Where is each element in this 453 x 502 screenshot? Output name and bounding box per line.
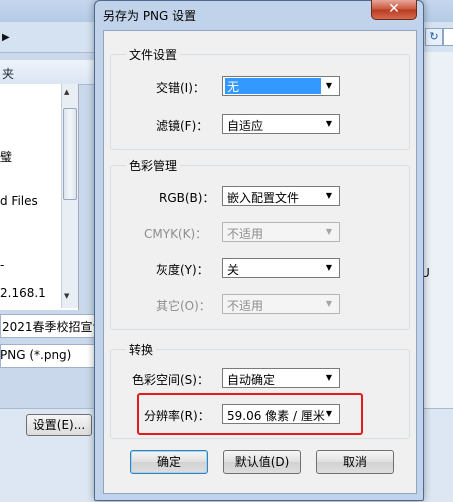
chevron-down-icon[interactable]: ▼	[322, 117, 336, 131]
resolution-select[interactable]: 59.06 像素 / 厘米 ▼	[222, 404, 340, 424]
new-folder-label[interactable]: 夹	[2, 65, 14, 82]
chevron-down-icon[interactable]: ▼	[322, 261, 336, 275]
chevron-down-icon[interactable]: ▼	[322, 371, 336, 385]
scrollbar-thumb[interactable]	[63, 108, 77, 200]
ok-button[interactable]: 确定	[130, 450, 208, 474]
chevron-down-icon: ▼	[325, 227, 333, 236]
file-settings-title: 文件设置	[126, 46, 181, 63]
nav-pane-item[interactable]: -	[0, 258, 4, 272]
grayscale-value: 关	[227, 263, 240, 277]
cancel-button[interactable]: 取消	[316, 450, 394, 474]
other-value: 不适用	[227, 299, 264, 313]
file-type-value: PNG (*.png)	[0, 348, 72, 362]
nav-arrow-icon[interactable]: ▶	[2, 32, 10, 43]
color-management-title: 色彩管理	[126, 157, 181, 174]
grayscale-label: 灰度(Y)：	[156, 263, 209, 277]
conversion-title: 转换	[126, 341, 157, 358]
other-label: 其它(O)：	[156, 299, 211, 313]
background-toolbar	[0, 60, 100, 85]
resolution-value: 59.06 像素 / 厘米	[227, 409, 325, 423]
resolution-label: 分辨率(R)：	[144, 409, 210, 423]
chevron-down-icon[interactable]: ▼	[322, 79, 336, 93]
filter-select[interactable]: 自适应 ▼	[222, 114, 340, 134]
search-input[interactable]	[443, 28, 453, 46]
color-space-label: 色彩空间(S)：	[132, 373, 209, 387]
rgb-value: 嵌入配置文件	[227, 191, 300, 205]
cmyk-value: 不适用	[227, 227, 264, 241]
grayscale-select[interactable]: 关 ▼	[222, 258, 340, 278]
interlace-value: 无	[225, 78, 321, 94]
color-space-select[interactable]: 自动确定 ▼	[222, 368, 340, 388]
rgb-select[interactable]: 嵌入配置文件 ▼	[222, 186, 340, 206]
interlace-label: 交错(I)：	[156, 81, 205, 95]
filename-value: 2021春季校招宣讲	[2, 320, 105, 334]
scroll-up-icon[interactable]: ▲	[64, 88, 69, 96]
interlace-select[interactable]: 无 ▼	[222, 76, 340, 96]
nav-pane-item[interactable]: d Files	[0, 194, 38, 208]
filter-value: 自适应	[227, 119, 264, 133]
chevron-down-icon: ▼	[325, 299, 333, 308]
close-button[interactable]: ✕	[371, 0, 417, 20]
nav-pane-item[interactable]: 璧	[0, 148, 12, 165]
color-space-value: 自动确定	[227, 373, 276, 387]
scroll-down-icon[interactable]: ▼	[64, 292, 69, 300]
filter-label: 滤镜(F)：	[156, 119, 209, 133]
png-settings-dialog: 另存为 PNG 设置 ✕ 文件设置 交错(I)： 无 ▼ 滤镜(F)： 自适应 …	[94, 0, 424, 501]
other-select: 不适用 ▼	[222, 294, 340, 314]
dialog-body: 文件设置 交错(I)： 无 ▼ 滤镜(F)： 自适应 ▼ 色彩管理 RGB(B)…	[103, 30, 417, 494]
settings-button[interactable]: 设置(E)...	[26, 414, 92, 436]
chevron-down-icon[interactable]: ▼	[322, 189, 336, 203]
defaults-button[interactable]: 默认值(D)	[223, 450, 301, 474]
chevron-down-icon[interactable]: ▼	[322, 407, 336, 421]
nav-pane-item[interactable]: 2.168.1	[0, 286, 46, 300]
file-settings-group	[110, 54, 410, 150]
close-icon: ✕	[388, 1, 400, 17]
rgb-label: RGB(B)：	[159, 191, 215, 205]
dialog-title: 另存为 PNG 设置	[103, 9, 197, 23]
cmyk-label: CMYK(K)：	[144, 227, 208, 241]
search-icon[interactable]: ↻	[425, 28, 443, 46]
cmyk-select: 不适用 ▼	[222, 222, 340, 242]
